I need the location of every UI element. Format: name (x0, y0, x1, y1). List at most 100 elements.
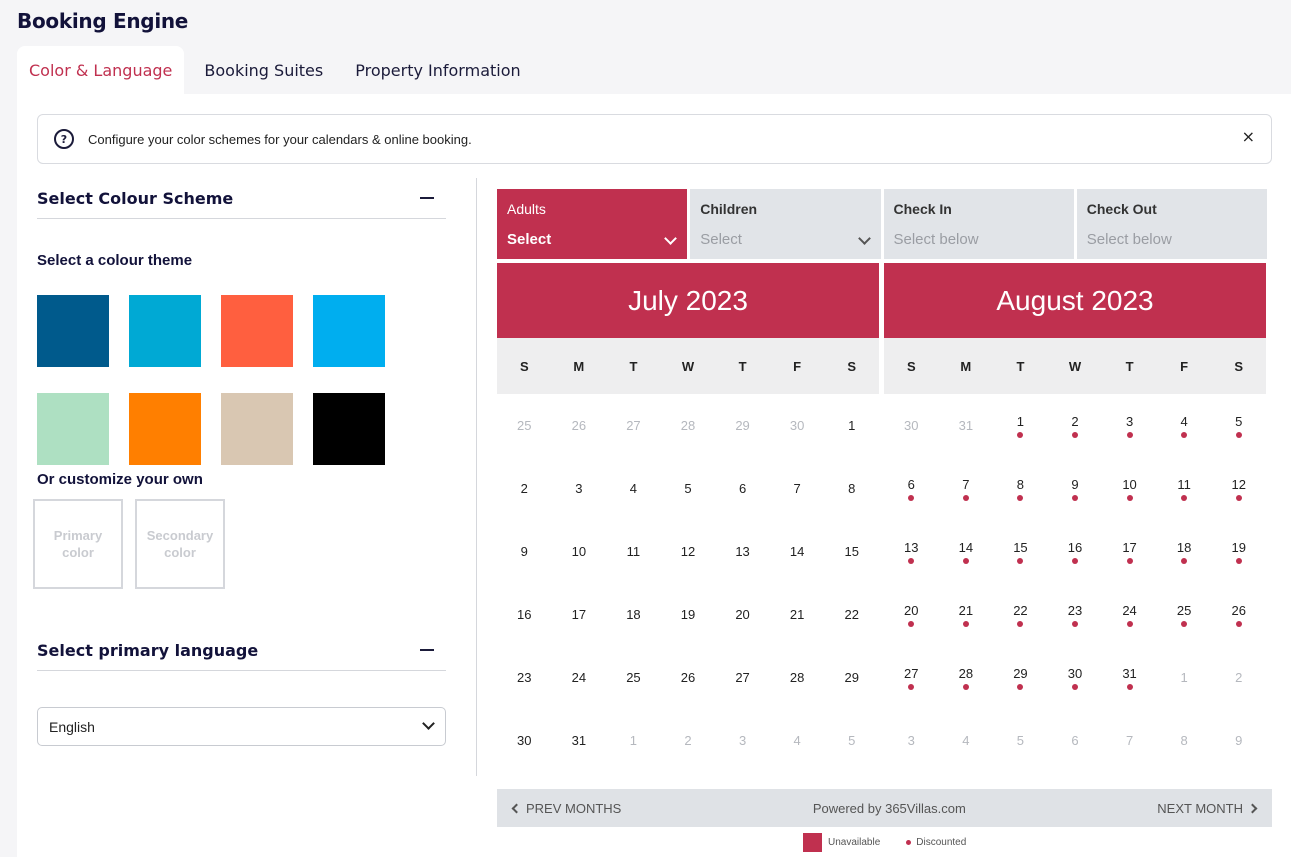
calendar-day[interactable]: 24 (552, 646, 607, 709)
discount-dot-icon (1126, 431, 1133, 438)
calendar-day[interactable]: 1 (824, 394, 879, 457)
calendar-day[interactable]: 25 (606, 646, 661, 709)
calendar-day[interactable]: 4 (1157, 394, 1212, 457)
calendar-day[interactable]: 6 (884, 457, 939, 520)
calendar-day[interactable]: 14 (770, 520, 825, 583)
tab-color-language[interactable]: Color & Language (17, 46, 185, 94)
calendar-day[interactable]: 3 (552, 457, 607, 520)
calendar-day[interactable]: 11 (606, 520, 661, 583)
calendar-day: 7 (1102, 709, 1157, 772)
calendar-day[interactable]: 28 (939, 646, 994, 709)
calendar-day[interactable]: 9 (497, 520, 552, 583)
calendar-day[interactable]: 30 (497, 709, 552, 772)
language-header[interactable]: Select primary language (37, 630, 446, 671)
colour-swatch[interactable] (37, 295, 109, 367)
colour-swatch[interactable] (313, 393, 385, 465)
calendar-day[interactable]: 13 (884, 520, 939, 583)
calendar-day[interactable]: 9 (1048, 457, 1103, 520)
calendar-day[interactable]: 2 (1048, 394, 1103, 457)
calendar-day[interactable]: 21 (770, 583, 825, 646)
day-number: 2 (1071, 413, 1079, 429)
calendar-day: 30 (884, 394, 939, 457)
calendar-day[interactable]: 3 (1102, 394, 1157, 457)
calendar-day[interactable]: 16 (1048, 520, 1103, 583)
calendar-day[interactable]: 4 (606, 457, 661, 520)
calendar-day[interactable]: 27 (715, 646, 770, 709)
calendar-day[interactable]: 5 (1211, 394, 1266, 457)
calendar-day[interactable]: 18 (1157, 520, 1212, 583)
calendar-day[interactable]: 12 (1211, 457, 1266, 520)
prev-months-button[interactable]: PREV MONTHS (511, 801, 621, 816)
calendar-day[interactable]: 17 (1102, 520, 1157, 583)
calendar-day[interactable]: 22 (824, 583, 879, 646)
adults-select[interactable]: Adults Select (497, 189, 688, 259)
calendar-day[interactable]: 25 (1157, 583, 1212, 646)
calendar-day[interactable]: 1 (993, 394, 1048, 457)
calendar-day[interactable]: 14 (939, 520, 994, 583)
calendar-day[interactable]: 13 (715, 520, 770, 583)
close-icon[interactable]: × (1242, 127, 1255, 146)
check-out-field[interactable]: Check Out Select below (1076, 189, 1267, 259)
tab-property-information[interactable]: Property Information (343, 46, 532, 94)
collapse-icon[interactable] (420, 197, 434, 199)
field-value: Select below (893, 231, 979, 248)
calendar-day[interactable]: 5 (661, 457, 716, 520)
calendar-day[interactable]: 26 (661, 646, 716, 709)
discount-dot-icon (908, 620, 915, 627)
next-month-button[interactable]: NEXT MONTH (1157, 801, 1258, 816)
calendar-day[interactable]: 15 (993, 520, 1048, 583)
calendar-day[interactable]: 10 (552, 520, 607, 583)
calendar-day[interactable]: 19 (1211, 520, 1266, 583)
calendar-day[interactable]: 30 (1048, 646, 1103, 709)
colour-swatch[interactable] (37, 393, 109, 465)
calendar-day[interactable]: 2 (497, 457, 552, 520)
check-in-field[interactable]: Check In Select below (883, 189, 1074, 259)
primary-color-picker[interactable]: Primary color (33, 499, 123, 589)
calendar-day[interactable]: 31 (552, 709, 607, 772)
calendar-day[interactable]: 24 (1102, 583, 1157, 646)
day-grid: 30 31 1 2 3 4 5 6 7 8 9 10 11 12 13 14 15 16 17 18 19 20 21 22 2… (884, 394, 1266, 772)
colour-swatch[interactable] (129, 295, 201, 367)
day-number: 9 (520, 544, 528, 559)
tab-booking-suites[interactable]: Booking Suites (192, 46, 335, 94)
calendar-day[interactable]: 17 (552, 583, 607, 646)
calendar-day[interactable]: 23 (497, 646, 552, 709)
calendar-day[interactable]: 7 (939, 457, 994, 520)
calendar-day[interactable]: 23 (1048, 583, 1103, 646)
calendar-day[interactable]: 15 (824, 520, 879, 583)
colour-swatch[interactable] (221, 393, 293, 465)
calendar-day[interactable]: 20 (715, 583, 770, 646)
calendar-day[interactable]: 31 (1102, 646, 1157, 709)
calendar-day[interactable]: 11 (1157, 457, 1212, 520)
calendar-day[interactable]: 8 (993, 457, 1048, 520)
calendar-day[interactable]: 28 (770, 646, 825, 709)
day-number: 9 (1071, 476, 1079, 492)
calendar-day[interactable]: 26 (1211, 583, 1266, 646)
calendar-day[interactable]: 12 (661, 520, 716, 583)
day-number: 12 (1231, 476, 1246, 492)
calendar-day[interactable]: 27 (884, 646, 939, 709)
calendar-day[interactable]: 21 (939, 583, 994, 646)
calendar-day[interactable]: 16 (497, 583, 552, 646)
day-number: 22 (844, 607, 859, 622)
colour-swatch[interactable] (129, 393, 201, 465)
calendar-day[interactable]: 18 (606, 583, 661, 646)
calendar-day[interactable]: 7 (770, 457, 825, 520)
calendar-day[interactable]: 8 (824, 457, 879, 520)
calendar-day[interactable]: 20 (884, 583, 939, 646)
day-number: 12 (680, 544, 696, 559)
colour-scheme-header[interactable]: Select Colour Scheme (37, 178, 446, 219)
collapse-icon[interactable] (420, 649, 434, 651)
secondary-color-picker[interactable]: Secondary color (135, 499, 225, 589)
calendar-day[interactable]: 19 (661, 583, 716, 646)
calendar-day[interactable]: 22 (993, 583, 1048, 646)
colour-swatch[interactable] (313, 295, 385, 367)
language-value: English (49, 718, 95, 735)
calendar-day[interactable]: 29 (993, 646, 1048, 709)
calendar-day[interactable]: 6 (715, 457, 770, 520)
calendar-day[interactable]: 29 (824, 646, 879, 709)
language-select[interactable]: English (37, 707, 446, 746)
children-select[interactable]: Children Select (690, 189, 881, 259)
colour-swatch[interactable] (221, 295, 293, 367)
calendar-day[interactable]: 10 (1102, 457, 1157, 520)
